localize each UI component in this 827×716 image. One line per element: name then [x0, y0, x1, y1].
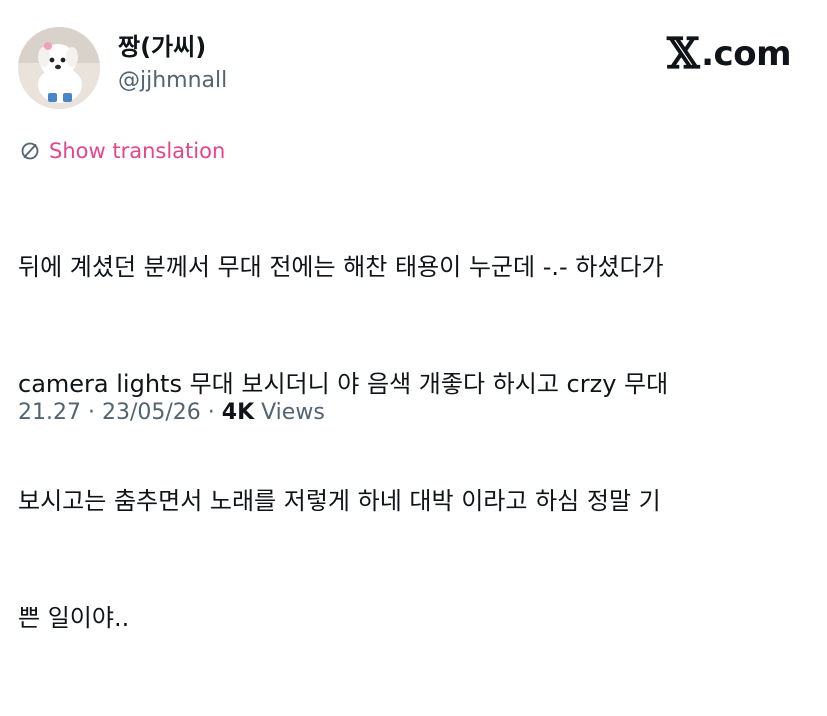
avatar[interactable] [18, 27, 100, 109]
brand-suffix: .com [701, 34, 791, 74]
tweet-meta: 21.27 · 23/05/26 · 4K Views [18, 398, 325, 428]
meta-separator: · [80, 400, 102, 425]
show-translation-link[interactable]: Show translation [20, 136, 225, 166]
tweet-text: 뒤에 계셨던 분께서 무대 전에는 해찬 태용이 누군데 -.- 하셨다가 ca… [18, 170, 808, 716]
tweet-date[interactable]: 23/05/26 [102, 400, 201, 425]
views-label: Views [254, 400, 325, 425]
tweet-card: 짱(가씨) @jjhmnall 𝕏 .com Show translation … [0, 0, 827, 632]
x-logo-icon: 𝕏 [667, 29, 700, 78]
meta-separator: · [200, 400, 222, 425]
views-count[interactable]: 4K [222, 400, 254, 425]
tweet-line: 뒤에 계셨던 분께서 무대 전에는 해찬 태용이 누군데 -.- 하셨다가 [18, 253, 664, 281]
tweet-time[interactable]: 21.27 [18, 400, 81, 425]
globe-icon [21, 142, 39, 160]
display-name[interactable]: 짱(가씨) [118, 32, 227, 62]
user-handle[interactable]: @jjhmnall [118, 66, 227, 96]
show-translation-label: Show translation [49, 139, 226, 163]
x-brand-logo[interactable]: 𝕏 .com [667, 28, 791, 80]
dog-avatar-image [18, 27, 100, 109]
tweet-line: 쁜 일이야.. [18, 604, 130, 632]
tweet-line: 보시고는 춤추면서 노래를 저렇게 하네 대박 이라고 하심 정말 기 [18, 487, 661, 515]
user-info: 짱(가씨) @jjhmnall [118, 32, 227, 96]
